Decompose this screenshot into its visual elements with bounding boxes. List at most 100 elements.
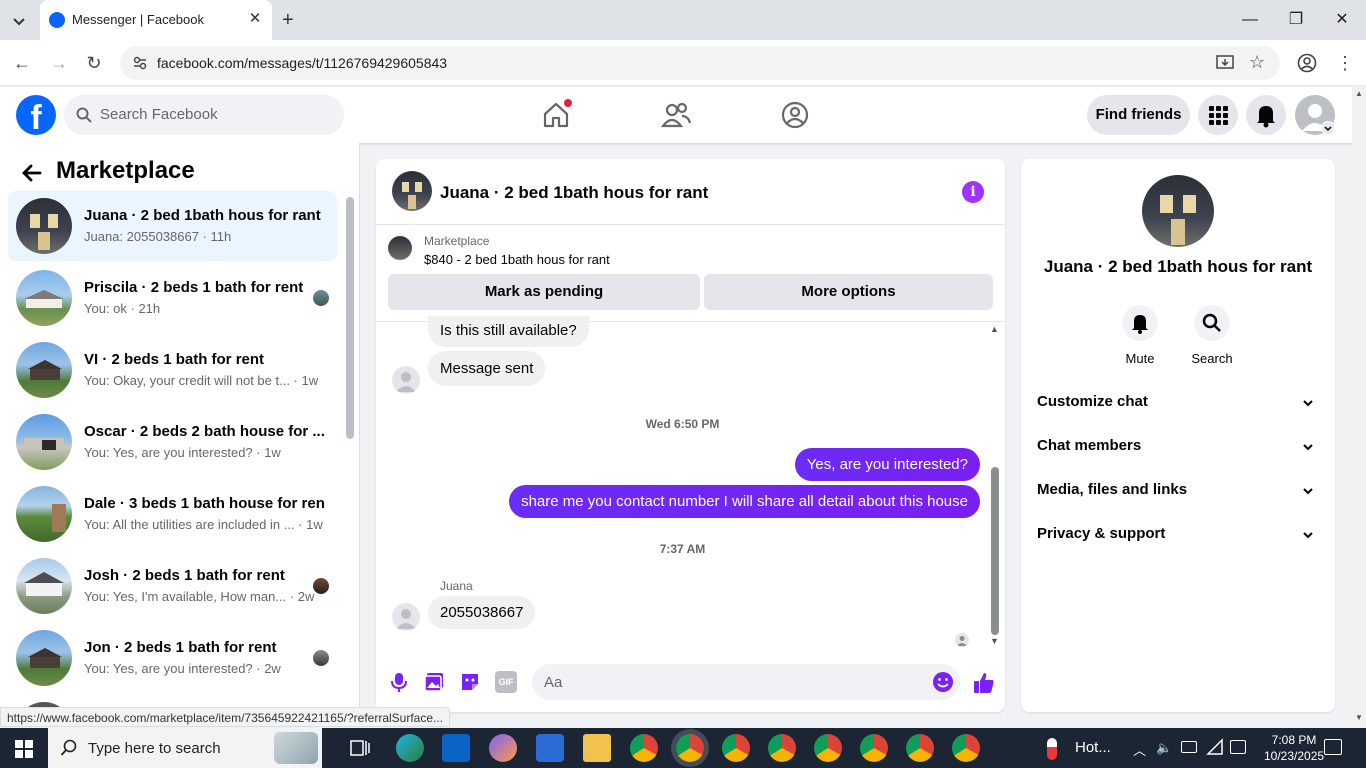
notification-center-icon[interactable] [1324,739,1342,755]
conversation-item[interactable]: Priscila · 2 beds 1 bath for rent You: o… [8,263,337,333]
conversation-item[interactable]: Dale · 3 beds 1 bath house for rent You:… [8,479,337,549]
conversation-preview: You: Okay, your credit will not be t... … [84,373,319,388]
device-icon[interactable] [1230,740,1246,754]
scroll-down-icon[interactable]: ▼ [1355,713,1363,722]
chrome-app-icon[interactable] [860,734,888,762]
media-files-links-section[interactable]: Media, files and links [1037,477,1319,517]
home-icon[interactable] [540,99,572,131]
friends-icon[interactable] [660,99,692,131]
menu-grid-icon[interactable] [1198,95,1238,135]
microphone-icon[interactable] [388,671,410,693]
windows-start-icon[interactable] [15,740,33,758]
file-explorer-icon[interactable] [583,734,611,762]
mark-as-pending-button[interactable]: Mark as pending [388,274,700,310]
profile-avatar[interactable] [1142,175,1214,247]
scroll-up-icon[interactable]: ▲ [990,324,999,334]
conversation-item[interactable]: Juana · 2 bed 1bath hous for rant Juana:… [8,191,337,261]
reload-icon[interactable]: ↻ [83,52,105,74]
sticker-icon[interactable] [459,671,481,693]
notifications-bell-icon[interactable] [1246,95,1286,135]
chrome-app-icon[interactable] [952,734,980,762]
mute-button[interactable]: Mute [1110,305,1170,366]
conversation-item[interactable]: Josh · 2 beds 1 bath for rent You: Yes, … [8,551,337,621]
copilot-app-icon[interactable] [489,734,517,762]
site-info-icon[interactable] [132,55,148,71]
info-icon[interactable]: i [962,181,984,203]
edge-app-icon[interactable] [396,734,424,762]
close-window-icon[interactable]: ✕ [1330,8,1354,32]
chrome-app-icon[interactable] [906,734,934,762]
chrome-app-icon[interactable] [814,734,842,762]
new-tab-icon[interactable]: + [282,10,294,30]
minimize-icon[interactable]: — [1238,8,1262,32]
chrome-app-icon[interactable] [722,734,750,762]
tab-search-icon[interactable] [8,10,30,32]
outlook-app-icon[interactable] [442,734,470,762]
facebook-search-input[interactable]: Search Facebook [64,95,344,135]
back-arrow-icon[interactable] [20,161,44,185]
sender-avatar [392,366,420,394]
conversation-avatar [16,270,72,326]
store-app-icon[interactable] [536,734,564,762]
taskbar-search-box[interactable]: Type here to search [48,728,322,768]
chat-title[interactable]: Juana · 2 bed 1bath hous for rant [440,183,708,203]
profile-icon[interactable] [1297,53,1317,73]
conversation-name: Priscila · 2 beds 1 bath for rent [84,279,304,296]
chrome-app-icon[interactable] [768,734,796,762]
listing-title[interactable]: $840 - 2 bed 1bath hous for rant [424,252,610,267]
install-app-icon[interactable] [1216,54,1234,72]
seen-avatar [313,650,329,666]
conversation-item[interactable]: Oscar · 2 beds 2 bath house for ... You:… [8,407,337,477]
tray-chevron-icon[interactable]: ︿ [1133,740,1146,759]
browser-tab-bar: Messenger | Facebook ✕ + — ❐ ✕ [0,0,1366,40]
scroll-down-icon[interactable]: ▼ [990,636,999,646]
conversation-info-panel: Juana · 2 bed 1bath hous for rant Mute S… [1021,159,1335,712]
omnibox[interactable]: facebook.com/messages/t/1126769429605843… [120,46,1280,80]
message-input[interactable]: Aa [532,664,960,700]
privacy-support-section[interactable]: Privacy & support [1037,521,1319,561]
browser-tab[interactable]: Messenger | Facebook ✕ [40,0,272,40]
weather-text[interactable]: Hot... [1075,739,1111,756]
message-thread-scrollbar[interactable] [991,467,999,635]
clock-time: 7:08 PM [1271,733,1317,747]
bookmark-star-icon[interactable]: ☆ [1249,53,1267,71]
gaming-icon[interactable] [779,99,811,131]
chat-header: Juana · 2 bed 1bath hous for rant i [376,159,1005,225]
conversation-item[interactable]: Jon · 2 beds 1 bath for rent You: Yes, a… [8,623,337,693]
restore-icon[interactable]: ❐ [1284,8,1308,32]
like-thumb-icon[interactable] [972,671,996,695]
windows-taskbar: Type here to search Hot... ︿ 🔈 7:08 PM 1… [0,728,1366,768]
seen-avatar [313,578,329,594]
account-chevron-icon[interactable] [1321,121,1335,135]
incoming-message: Is this still available? [428,316,589,347]
chrome-app-icon-active[interactable] [676,734,704,762]
chat-members-section[interactable]: Chat members [1037,433,1319,473]
search-conversation-button[interactable]: Search [1182,305,1242,366]
conversation-list-scrollbar[interactable] [346,197,354,439]
account-avatar[interactable] [1295,95,1335,135]
page-scrollbar[interactable]: ▲ ▼ [1352,87,1366,727]
browser-menu-icon[interactable]: ⋮ [1336,52,1354,74]
conversation-name: Josh · 2 beds 1 bath for rent [84,567,285,584]
task-view-icon[interactable] [350,739,370,757]
facebook-logo-icon[interactable]: f [16,95,56,135]
gif-icon[interactable]: GIF [495,671,517,693]
battery-icon[interactable] [1181,741,1197,753]
volume-icon[interactable]: 🔈 [1156,740,1172,756]
photo-icon[interactable] [423,671,445,693]
back-icon[interactable]: ← [11,52,33,74]
close-tab-icon[interactable]: ✕ [246,10,264,28]
status-bar-url: https://www.facebook.com/marketplace/ite… [0,707,451,727]
customize-chat-section[interactable]: Customize chat [1037,389,1319,429]
scroll-up-icon[interactable]: ▲ [1355,89,1363,98]
find-friends-button[interactable]: Find friends [1087,95,1190,135]
chrome-app-icon[interactable] [630,734,658,762]
emoji-icon[interactable] [932,671,954,693]
forward-icon[interactable]: → [48,52,70,74]
more-options-button[interactable]: More options [704,274,993,310]
taskbar-clock[interactable]: 7:08 PM 10/23/2025 [1264,732,1324,764]
listing-thumbnail[interactable] [388,236,412,260]
network-icon[interactable] [1206,738,1224,756]
conversation-item[interactable]: VI · 2 beds 1 bath for rent You: Okay, y… [8,335,337,405]
chat-avatar[interactable] [392,171,432,211]
